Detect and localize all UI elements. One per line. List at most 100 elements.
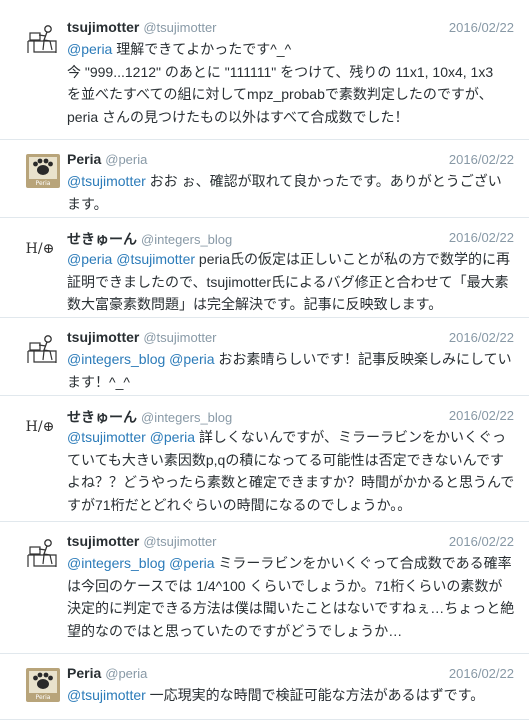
- mention-link[interactable]: @integers_blog: [67, 555, 165, 571]
- tweet-date[interactable]: 2016/02/22: [449, 20, 514, 35]
- tweet-line: @peria 理解できてよかったです^_^: [67, 38, 515, 61]
- tweet[interactable]: tsujimotter @tsujimotter 2016/02/22 @intege…: [0, 318, 529, 396]
- tweet-date[interactable]: 2016/02/22: [449, 330, 514, 345]
- author-handle[interactable]: @tsujimotter: [143, 330, 216, 345]
- tweet-text-segment: おお ぉ、確認が取れて良かったです。ありがとうござい: [145, 173, 502, 189]
- tweet-line: すが71桁だとどれぐらいの時間になるのでしょうか。。: [67, 494, 515, 517]
- figure-at-desk-icon[interactable]: [26, 332, 60, 366]
- avatar-label: H/⊕: [25, 419, 55, 435]
- mention-link[interactable]: @tsujimotter: [116, 251, 195, 267]
- mention-link[interactable]: @tsujimotter: [67, 687, 146, 703]
- tweet-date[interactable]: 2016/02/22: [449, 534, 514, 549]
- tweet-line: @integers_blog @peria ミラーラビンをかいくぐって合成数であ…: [67, 552, 515, 575]
- author-handle[interactable]: @peria: [105, 666, 147, 681]
- mention-link[interactable]: @tsujimotter: [67, 173, 146, 189]
- tweet-line: ます。: [67, 193, 515, 216]
- mention-link[interactable]: @integers_blog: [67, 351, 165, 367]
- avatar-label: H/⊕: [25, 241, 55, 257]
- tweet-text-segment: よね？？どうやったら素数と確定できますか？時間がかかると思うんで: [67, 474, 515, 490]
- tweet-line: @integers_blog @peria おお素晴らしいです！記事反映楽しみに…: [67, 348, 515, 371]
- tweet-text: @peria 理解できてよかったです^_^ 今 "999...1212" のあとに…: [67, 38, 515, 128]
- author-handle[interactable]: @integers_blog: [141, 232, 232, 247]
- tweet-line: ます！^_^: [67, 371, 515, 394]
- mention-link[interactable]: @peria: [169, 555, 214, 571]
- tweet-header: Peria @peria 2016/02/22: [67, 665, 519, 683]
- author-handle[interactable]: @peria: [105, 152, 147, 167]
- tweet-text: @tsujimotter おお ぉ、確認が取れて良かったです。ありがとうございま…: [67, 170, 515, 215]
- figure-at-desk-icon[interactable]: [26, 22, 60, 56]
- tweet-header: tsujimotter @tsujimotter 2016/02/22: [67, 19, 519, 37]
- tweet-header: Peria @peria 2016/02/22: [67, 151, 519, 169]
- tweet-date[interactable]: 2016/02/22: [449, 152, 514, 167]
- mention-link[interactable]: @peria: [67, 41, 112, 57]
- tweet-line: @tsujimotter おお ぉ、確認が取れて良かったです。ありがとうござい: [67, 170, 515, 193]
- author-name[interactable]: Peria: [67, 665, 101, 681]
- tweet-line: は今回のケースでは 1/4^100 くらいでしょうか。71桁くらいの素数が: [67, 575, 515, 598]
- tweet-line: 証明できましたので、tsujimotter氏によるバグ修正と合わせて「最大素: [67, 271, 515, 294]
- tweet[interactable]: Peria Peria @peria 2016/02/22 @tsujimotter お…: [0, 140, 529, 218]
- tweet-text-segment: 望的なのではと思っていたのですがどうでしょうか…: [67, 622, 403, 639]
- tweet-text-segment: peria さんの見つけたもの以外はすべて合成数でした！: [67, 108, 409, 125]
- tweet-text-segment: 詳しくないんですが、ミラーラビンをかいくぐっ: [195, 429, 506, 445]
- tweet-line: 数大富豪素数問題」は完全解決です。記事に反映致します。: [67, 293, 515, 316]
- tweet-timeline: tsujimotter @tsujimotter 2016/02/22 @peria …: [0, 0, 529, 720]
- mention-link[interactable]: @peria: [67, 251, 112, 267]
- author-name[interactable]: せきゅーん: [67, 231, 137, 247]
- tweet-line: ていても大きい素因数p,qの積になってる可能性は否定できないんです: [67, 449, 515, 472]
- author-name[interactable]: せきゅーん: [67, 409, 137, 425]
- mention-link[interactable]: @tsujimotter: [67, 429, 146, 445]
- author-name[interactable]: tsujimotter: [67, 533, 139, 549]
- tweet-date[interactable]: 2016/02/22: [449, 408, 514, 423]
- tweet-line: 望的なのではと思っていたのですがどうでしょうか…: [67, 620, 515, 643]
- tweet-text-segment: 証明できましたので、tsujimotter氏によるバグ修正と合わせて「最大素: [67, 273, 509, 290]
- avatar-label: Peria: [35, 180, 51, 187]
- tweet-text-segment: を並べたすべての組に対してmpz_probabで素数判定したのですが、: [67, 86, 493, 102]
- author-name[interactable]: tsujimotter: [67, 329, 139, 345]
- tweet-text-segment: ます！^_^: [67, 373, 130, 390]
- tweet-text-segment: ます。: [67, 195, 108, 212]
- tweet-header: tsujimotter @tsujimotter 2016/02/22: [67, 329, 519, 347]
- tweet-text-segment: おお素晴らしいです！記事反映楽しみにしてい: [214, 351, 512, 367]
- tweet-text-segment: は今回のケースでは 1/4^100 くらいでしょうか。71桁くらいの素数が: [67, 577, 503, 594]
- mention-link[interactable]: @peria: [150, 429, 195, 445]
- tweet-date[interactable]: 2016/02/22: [449, 230, 514, 245]
- tweet-text-segment: ミラーラビンをかいくぐって合成数である確率: [214, 555, 512, 571]
- tweet-line: @tsujimotter @peria 詳しくないんですが、ミラーラビンをかいく…: [67, 426, 515, 449]
- paw-print-icon[interactable]: Peria: [26, 668, 60, 702]
- tweet-text-segment: 決定的に判定できる方法は僕は聞いたことはないですねぇ…ちょっと絶: [67, 600, 515, 616]
- author-handle[interactable]: @tsujimotter: [143, 534, 216, 549]
- author-name[interactable]: Peria: [67, 151, 101, 167]
- tweet-text-segment: すが71桁だとどれぐらいの時間になるのでしょうか。。: [67, 496, 412, 513]
- logo-text-icon[interactable]: H/⊕: [26, 232, 60, 266]
- tweet[interactable]: H/⊕ せきゅーん @integers_blog 2016/02/22 @peria @…: [0, 218, 529, 318]
- tweet-header: せきゅーん @integers_blog 2016/02/22: [67, 229, 519, 247]
- tweet-text-segment: ていても大きい素因数p,qの積になってる可能性は否定できないんです: [67, 451, 504, 468]
- tweet-line: 決定的に判定できる方法は僕は聞いたことはないですねぇ…ちょっと絶: [67, 597, 515, 620]
- tweet-text: @tsujimotter 一応現実的な時間で検証可能な方法があるはずです。: [67, 684, 515, 707]
- paw-print-icon[interactable]: Peria: [26, 154, 60, 188]
- tweet-line: @tsujimotter 一応現実的な時間で検証可能な方法があるはずです。: [67, 684, 515, 707]
- tweet-text-segment: 数大富豪素数問題」は完全解決です。記事に反映致します。: [67, 296, 443, 312]
- author-handle[interactable]: @integers_blog: [141, 410, 232, 425]
- mention-link[interactable]: @peria: [169, 351, 214, 367]
- tweet-line: @peria @tsujimotter peria氏の仮定は正しいことが私の方で…: [67, 248, 515, 271]
- tweet[interactable]: tsujimotter @tsujimotter 2016/02/22 @peria …: [0, 8, 529, 140]
- tweet-line: を並べたすべての組に対してmpz_probabで素数判定したのですが、: [67, 83, 515, 106]
- author-name[interactable]: tsujimotter: [67, 19, 139, 35]
- tweet-date[interactable]: 2016/02/22: [449, 666, 514, 681]
- avatar-label: Peria: [35, 694, 51, 701]
- tweet-text-segment: 一応現実的な時間で検証可能な方法があるはずです。: [145, 687, 485, 703]
- tweet-text: @peria @tsujimotter peria氏の仮定は正しいことが私の方で…: [67, 248, 515, 316]
- tweet-line: peria さんの見つけたもの以外はすべて合成数でした！: [67, 106, 515, 129]
- tweet[interactable]: Peria Peria @peria 2016/02/22 @tsujimotter 一…: [0, 654, 529, 720]
- tweet-header: tsujimotter @tsujimotter 2016/02/22: [67, 533, 519, 551]
- tweet-header: せきゅーん @integers_blog 2016/02/22: [67, 407, 519, 425]
- tweet-text: @tsujimotter @peria 詳しくないんですが、ミラーラビンをかいく…: [67, 426, 515, 516]
- tweet-line: 今 "999...1212" のあとに "111111" をつけて、残りの 11…: [67, 61, 515, 84]
- logo-text-icon[interactable]: H/⊕: [26, 410, 60, 444]
- tweet[interactable]: tsujimotter @tsujimotter 2016/02/22 @intege…: [0, 522, 529, 654]
- figure-at-desk-icon[interactable]: [26, 536, 60, 570]
- tweet-line: よね？？どうやったら素数と確定できますか？時間がかかると思うんで: [67, 471, 515, 494]
- tweet[interactable]: H/⊕ せきゅーん @integers_blog 2016/02/22 @tsujimo…: [0, 396, 529, 522]
- author-handle[interactable]: @tsujimotter: [143, 20, 216, 35]
